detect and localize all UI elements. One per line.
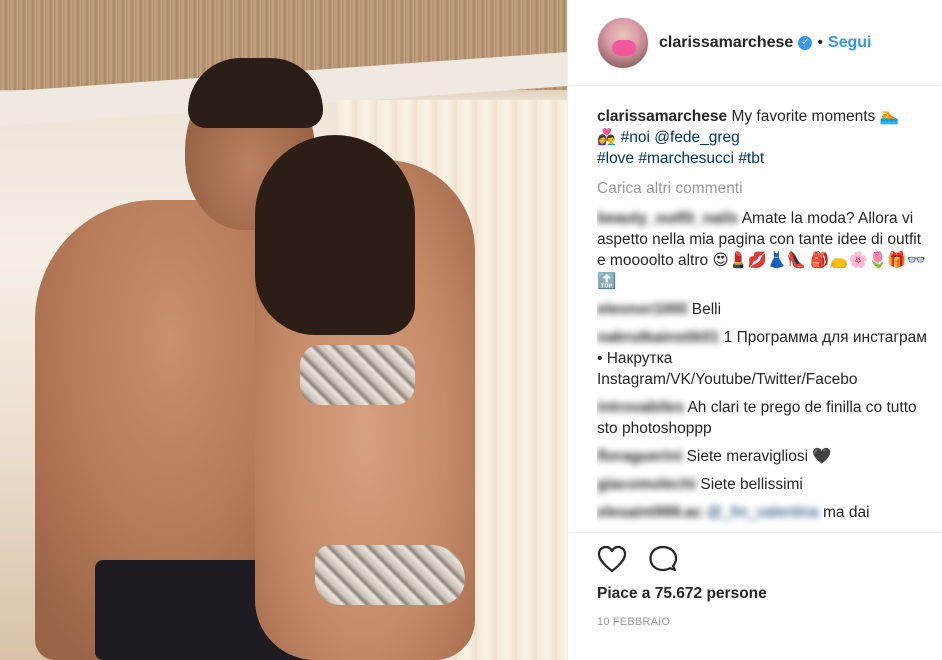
mention-fede-greg[interactable]: @fede_greg <box>654 129 740 146</box>
comment-username[interactable]: introvabiles <box>597 399 684 416</box>
comment-text: Siete bellissimi <box>700 476 803 493</box>
comment-item: eleonor1000 Belli <box>597 299 927 320</box>
caption-username[interactable]: clarissamarchese <box>597 108 727 125</box>
caption-emoji: 👩‍❤️‍👨 <box>597 129 617 146</box>
hashtag-love[interactable]: #love <box>597 150 634 167</box>
speech-bubble-icon[interactable] <box>649 545 677 573</box>
comment-text: Siete meravigliosi 🖤 <box>686 448 832 465</box>
comment-username[interactable]: beauty_outfit_nails <box>597 210 738 227</box>
comment-username[interactable]: floraguerini <box>597 448 682 465</box>
verified-badge-icon: ✓ <box>798 35 813 50</box>
likes-count[interactable]: Piace a 75.672 persone <box>597 585 767 603</box>
photo-bikini-top <box>300 345 415 405</box>
post-caption: clarissamarchese My favorite moments 🏊 👩… <box>597 106 927 169</box>
header-separator: • <box>817 33 823 51</box>
post-date[interactable]: 10 FEBBRAIO <box>597 616 670 628</box>
header-username[interactable]: clarissamarchese <box>659 34 793 52</box>
hashtag-tbt[interactable]: #tbt <box>738 150 764 167</box>
photo-man-hair <box>188 58 323 128</box>
hashtag-noi[interactable]: #noi <box>621 129 650 146</box>
comment-username[interactable]: elesaint999.ac <box>597 504 702 521</box>
hashtag-marchesucci[interactable]: #marchesucci <box>638 150 734 167</box>
comment-item: elesaint999.ac @_fm_valentina ma dai <box>597 502 927 523</box>
comment-item: introvabiles Ah clari te prego de finill… <box>597 397 927 439</box>
follow-button[interactable]: Segui <box>828 34 872 52</box>
comments-list[interactable]: clarissamarchese My favorite moments 🏊 👩… <box>597 106 927 530</box>
comment-text: Belli <box>691 301 722 318</box>
photo-woman-hair <box>255 135 415 335</box>
load-more-comments-link[interactable]: Carica altri commenti <box>597 178 927 199</box>
heart-outline-icon[interactable] <box>597 545 627 573</box>
comment-text: ma dai <box>823 504 870 521</box>
actions-divider <box>568 532 942 533</box>
avatar[interactable] <box>597 16 649 69</box>
comment-mention[interactable]: @_fm_valentina <box>706 504 818 521</box>
post-header: clarissamarchese ✓ • Segui <box>568 0 942 86</box>
comment-item: floraguerini Siete meravigliosi 🖤 <box>597 446 927 467</box>
post-actions <box>597 542 677 576</box>
photo-bikini-bottom <box>315 545 465 605</box>
caption-text: My favorite moments 🏊 <box>731 108 899 125</box>
comment-username[interactable]: nakrutkainstik01 <box>597 329 719 346</box>
post-side-panel: clarissamarchese ✓ • Segui clarissamarch… <box>567 0 942 660</box>
comment-item: beauty_outfit_nails Amate la moda? Allor… <box>597 208 927 292</box>
comment-item: nakrutkainstik01 1 Программа для инстагр… <box>597 327 927 390</box>
comment-item: giacomolechi Siete bellissimi <box>597 474 927 495</box>
post-photo[interactable] <box>0 0 567 660</box>
comment-username[interactable]: giacomolechi <box>597 476 696 493</box>
comment-username[interactable]: eleonor1000 <box>597 301 687 318</box>
